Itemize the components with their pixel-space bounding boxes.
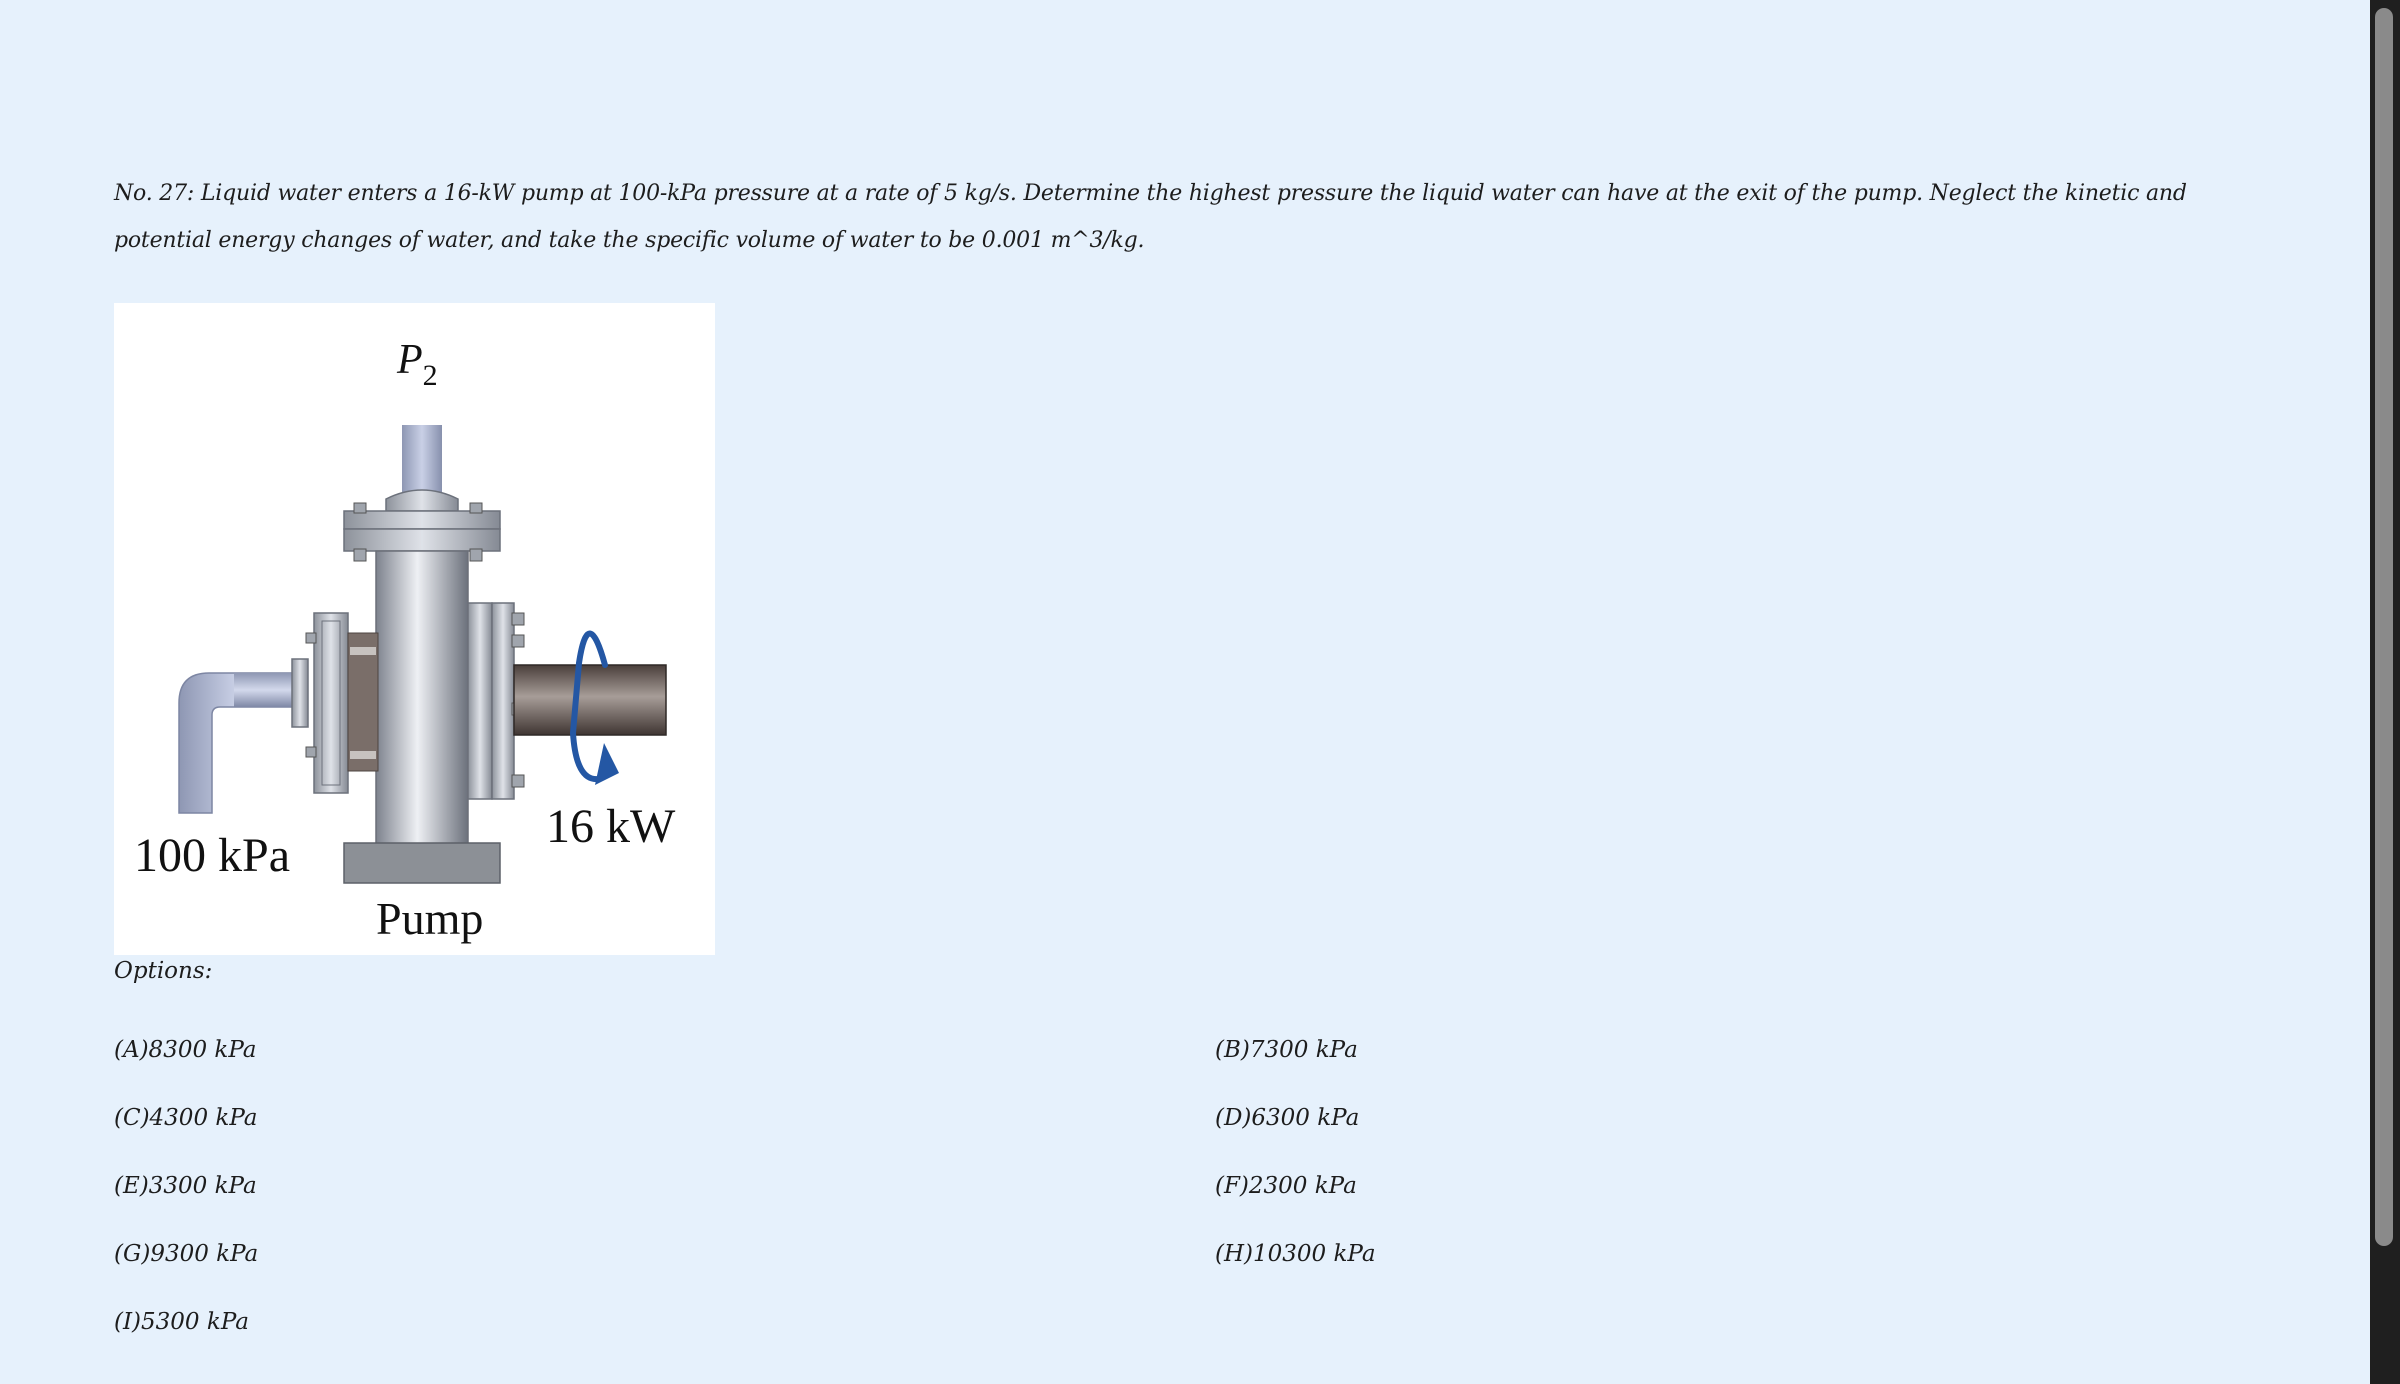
pump-label: Pump	[376, 893, 483, 944]
right-flange	[491, 602, 515, 800]
pump-figure: P2 100 kPa 16 kW Pump	[114, 303, 715, 955]
question-text: No. 27: Liquid water enters a 16-kW pump…	[114, 181, 2187, 253]
options-heading: Options:	[114, 958, 213, 984]
option-i[interactable]: (I)5300 kPa	[114, 1309, 249, 1335]
option-f[interactable]: (F)2300 kPa	[1215, 1173, 1357, 1199]
option-d[interactable]: (D)6300 kPa	[1215, 1105, 1359, 1131]
option-b[interactable]: (B)7300 kPa	[1215, 1037, 1358, 1063]
option-g[interactable]: (G)9300 kPa	[114, 1241, 258, 1267]
outlet-pipe	[402, 425, 442, 500]
pump-body	[375, 550, 469, 848]
left-flange	[313, 612, 349, 794]
pump-base	[343, 842, 501, 884]
option-h[interactable]: (H)10300 kPa	[1215, 1241, 1376, 1267]
top-flange	[343, 510, 501, 530]
power-label: 16 kW	[546, 800, 676, 853]
outlet-pressure-label: P2	[396, 337, 438, 392]
drive-shaft	[513, 664, 667, 736]
option-e[interactable]: (E)3300 kPa	[114, 1173, 257, 1199]
scrollbar-thumb[interactable]	[2375, 8, 2393, 1246]
option-a[interactable]: (A)8300 kPa	[114, 1037, 257, 1063]
page: No. 27: Liquid water enters a 16-kW pump…	[0, 0, 2400, 1384]
option-c[interactable]: (C)4300 kPa	[114, 1105, 257, 1131]
inlet-pressure-label: 100 kPa	[134, 829, 290, 882]
pump-diagram: P2 100 kPa 16 kW Pump	[134, 337, 676, 944]
